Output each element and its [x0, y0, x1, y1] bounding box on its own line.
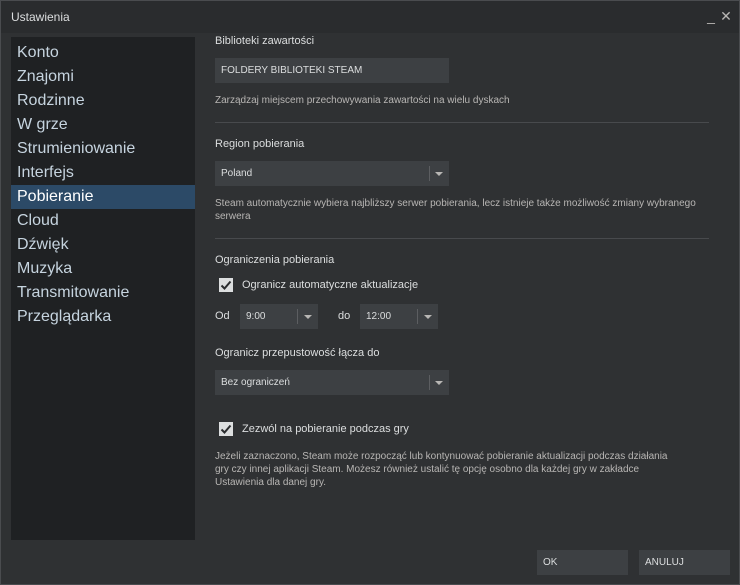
sidebar-item-transmitowanie[interactable]: Transmitowanie: [11, 281, 195, 305]
dropdown-divider: [297, 309, 298, 324]
bandwidth-dropdown[interactable]: Bez ograniczeń: [215, 370, 449, 395]
to-time-dropdown[interactable]: 12:00: [360, 304, 438, 329]
libraries-description: Zarządzaj miejscem przechowywania zawart…: [215, 95, 510, 106]
window-title: Ustawienia: [11, 10, 70, 24]
minimize-button[interactable]: _: [703, 7, 719, 25]
to-time-value: 12:00: [366, 311, 392, 322]
title-bar[interactable]: Ustawienia _ ✕: [1, 1, 739, 33]
divider: [215, 238, 709, 239]
limits-title: Ograniczenia pobierania: [215, 254, 335, 266]
region-dropdown[interactable]: Poland: [215, 161, 449, 186]
close-button[interactable]: ✕: [718, 7, 734, 25]
from-time-value: 9:00: [246, 311, 266, 322]
settings-sidebar: Konto Znajomi Rodzinne W grze Strumienio…: [11, 37, 195, 540]
library-folders-button[interactable]: FOLDERY BIBLIOTEKI STEAM: [215, 58, 449, 83]
divider: [215, 122, 709, 123]
sidebar-item-muzyka[interactable]: Muzyka: [11, 257, 195, 281]
sidebar-item-rodzinne[interactable]: Rodzinne: [11, 89, 195, 113]
chevron-down-icon: [424, 315, 432, 319]
sidebar-item-konto[interactable]: Konto: [11, 41, 195, 65]
chevron-down-icon: [435, 381, 443, 385]
sidebar-item-dzwiek[interactable]: Dźwięk: [11, 233, 195, 257]
libraries-title: Biblioteki zawartości: [215, 35, 315, 47]
auto-update-label: Ogranicz automatyczne aktualizacje: [242, 279, 419, 291]
region-description: Steam automatycznie wybiera najbliższy s…: [215, 198, 696, 222]
ingame-download-checkbox[interactable]: [219, 422, 233, 436]
settings-window: Ustawienia _ ✕ Konto Znajomi Rodzinne W …: [0, 0, 740, 585]
dropdown-divider: [429, 166, 430, 181]
sidebar-item-przegladarka[interactable]: Przeglądarka: [11, 305, 195, 329]
chevron-down-icon: [435, 172, 443, 176]
checkmark-icon: [220, 280, 232, 290]
checkmark-icon: [220, 424, 232, 434]
sidebar-item-pobieranie[interactable]: Pobieranie: [11, 185, 195, 209]
sidebar-item-znajomi[interactable]: Znajomi: [11, 65, 195, 89]
ingame-download-label: Zezwól na pobieranie podczas gry: [242, 423, 409, 435]
download-settings-panel: Biblioteki zawartości FOLDERY BIBLIOTEKI…: [195, 33, 731, 540]
region-dropdown-value: Poland: [221, 168, 253, 179]
auto-update-checkbox[interactable]: [219, 278, 233, 292]
to-label: do: [338, 310, 351, 322]
ingame-download-description: Jeżeli zaznaczono, Steam może rozpocząć …: [215, 451, 668, 488]
from-label: Od: [215, 310, 230, 322]
sidebar-item-interfejs[interactable]: Interfejs: [11, 161, 195, 185]
chevron-down-icon: [304, 315, 312, 319]
dropdown-divider: [429, 375, 430, 390]
sidebar-item-strumieniowanie[interactable]: Strumieniowanie: [11, 137, 195, 161]
bandwidth-label: Ogranicz przepustowość łącza do: [215, 347, 380, 359]
cancel-button[interactable]: ANULUJ: [639, 550, 730, 575]
sidebar-item-cloud[interactable]: Cloud: [11, 209, 195, 233]
ok-button[interactable]: OK: [537, 550, 628, 575]
region-title: Region pobierania: [215, 138, 305, 150]
sidebar-item-w-grze[interactable]: W grze: [11, 113, 195, 137]
from-time-dropdown[interactable]: 9:00: [240, 304, 318, 329]
bandwidth-value: Bez ograniczeń: [221, 377, 290, 388]
dropdown-divider: [417, 309, 418, 324]
